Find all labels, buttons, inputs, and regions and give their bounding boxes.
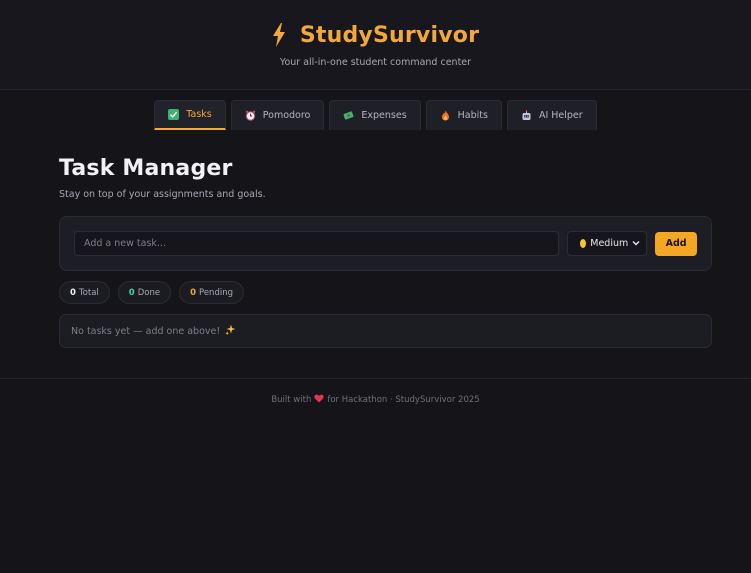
tab-label: Tasks — [186, 109, 212, 120]
fire-icon — [440, 110, 451, 121]
pending-label: Pending — [199, 287, 233, 298]
tab-tasks[interactable]: Tasks — [154, 100, 226, 130]
tab-label: Habits — [457, 110, 488, 121]
tab-bar: Tasks Pomodoro Expenses Habits AI Helper — [0, 100, 751, 130]
brand: StudySurvivor — [272, 21, 479, 49]
footer: Built with for Hackathon · StudySurvivor… — [0, 394, 751, 406]
stat-done: 0 Done — [117, 281, 172, 304]
done-count: 0 — [128, 287, 135, 298]
done-label: Done — [137, 287, 161, 298]
check-box-icon — [168, 109, 180, 120]
chevron-down-icon — [632, 238, 640, 249]
page-subtitle: Stay on top of your assignments and goal… — [59, 189, 266, 200]
footer-text-after: for Hackathon · StudySurvivor 2025 — [327, 395, 480, 405]
total-count: 0 — [70, 287, 76, 298]
priority-select[interactable]: Medium — [567, 231, 648, 256]
lightning-icon — [272, 23, 286, 47]
sparkles-icon — [225, 324, 236, 338]
footer-text-before: Built with — [271, 395, 312, 405]
tab-label: Pomodoro — [262, 110, 311, 121]
empty-message: No tasks yet — add one above! — [71, 325, 221, 337]
new-task-input[interactable] — [74, 231, 560, 256]
priority-dot-icon — [580, 239, 587, 248]
money-icon — [343, 110, 354, 121]
task-stats: 0 Total 0 Done 0 Pending — [59, 281, 712, 304]
pending-count: 0 — [190, 287, 196, 298]
app-header: StudySurvivor Your all-in-one student co… — [0, 0, 751, 90]
footer-divider — [0, 378, 751, 379]
page-title: Task Manager — [59, 156, 233, 181]
add-task-card: Medium Add — [59, 216, 712, 271]
stat-total: 0 Total — [59, 281, 110, 304]
stat-pending: 0 Pending — [179, 281, 244, 304]
tab-expenses[interactable]: Expenses — [329, 100, 421, 130]
empty-task-list: No tasks yet — add one above! — [59, 314, 712, 348]
tab-label: Expenses — [361, 110, 407, 121]
heart-icon — [314, 394, 324, 406]
add-task-button[interactable]: Add — [655, 231, 697, 256]
app-tagline: Your all-in-one student command center — [279, 57, 472, 68]
robot-icon — [521, 110, 532, 121]
priority-selected-value: Medium — [590, 238, 629, 249]
alarm-clock-icon — [245, 110, 256, 121]
app-name: StudySurvivor — [299, 22, 480, 48]
tab-habits[interactable]: Habits — [425, 100, 502, 130]
total-label: Total — [78, 287, 99, 298]
tab-pomodoro[interactable]: Pomodoro — [230, 100, 325, 130]
tab-ai-helper[interactable]: AI Helper — [506, 100, 597, 130]
task-manager-section: Task Manager Stay on top of your assignm… — [0, 155, 751, 348]
tab-label: AI Helper — [538, 110, 583, 121]
